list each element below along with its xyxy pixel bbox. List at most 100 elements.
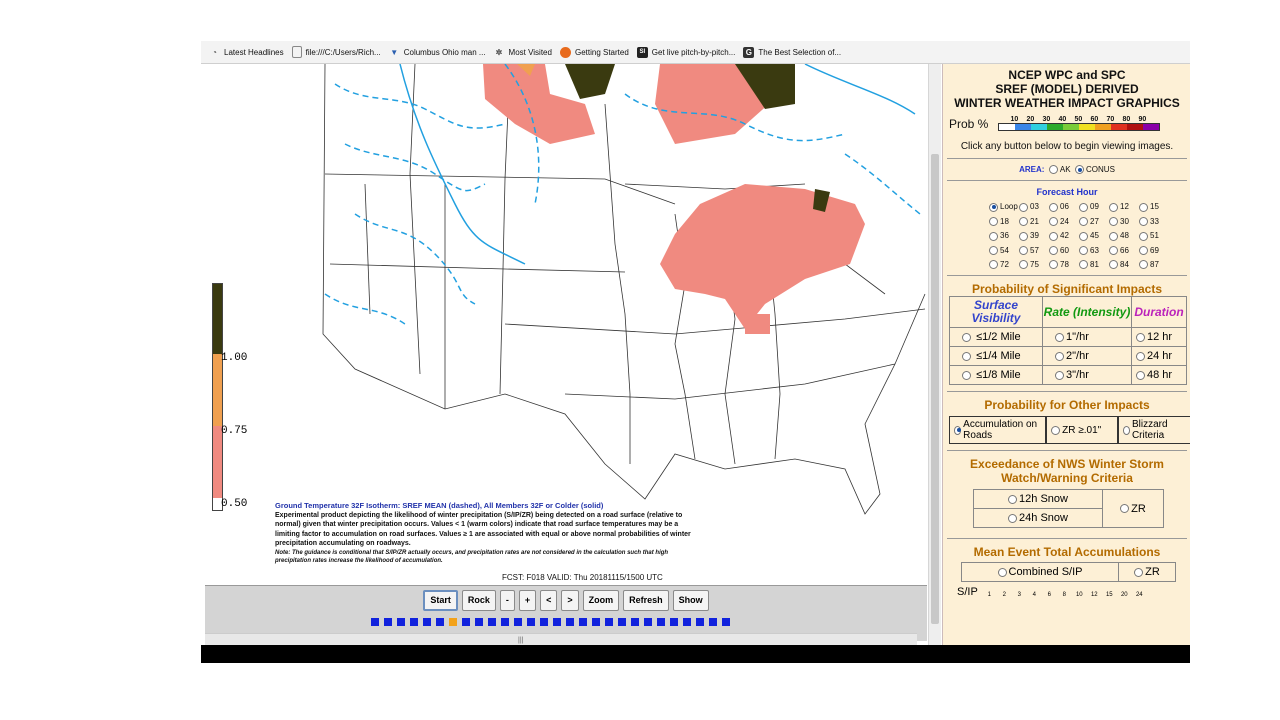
- radio[interactable]: [1139, 217, 1148, 227]
- duration-48hr-option[interactable]: 48 hr: [1131, 365, 1187, 386]
- radio[interactable]: [1019, 260, 1028, 270]
- forecast-hour-option[interactable]: 15: [1139, 202, 1169, 212]
- radio[interactable]: [1139, 202, 1148, 212]
- frame-indicator[interactable]: [540, 618, 548, 626]
- vis-half-mile-option[interactable]: ≤1/2 Mile: [949, 327, 1043, 348]
- frame-indicator[interactable]: [371, 618, 379, 626]
- next-frame-button[interactable]: >: [561, 590, 579, 611]
- frame-indicator[interactable]: [722, 618, 730, 626]
- frame-indicator[interactable]: [384, 618, 392, 626]
- accumulation-roads-option[interactable]: Accumulation on Roads: [949, 416, 1047, 445]
- frame-indicator[interactable]: [397, 618, 405, 626]
- rock-button[interactable]: Rock: [461, 590, 496, 611]
- duration-24hr-option[interactable]: 24 hr: [1131, 346, 1187, 367]
- frame-indicator[interactable]: [683, 618, 691, 626]
- forecast-hour-option[interactable]: 48: [1109, 231, 1139, 241]
- forecast-hour-option[interactable]: 60: [1049, 246, 1079, 255]
- prev-frame-button[interactable]: <: [540, 590, 558, 611]
- radio[interactable]: [1019, 202, 1028, 212]
- forecast-hour-option[interactable]: 66: [1109, 246, 1139, 255]
- radio[interactable]: [1109, 231, 1118, 241]
- zr-option[interactable]: ZR ≥.01": [1046, 416, 1118, 445]
- radio[interactable]: [1055, 351, 1064, 361]
- rate-1in-option[interactable]: 1"/hr: [1042, 327, 1132, 348]
- radio[interactable]: [989, 245, 998, 255]
- forecast-hour-option[interactable]: 51: [1139, 231, 1169, 241]
- forecast-hour-option[interactable]: 24: [1049, 217, 1079, 227]
- radio[interactable]: [1136, 332, 1145, 342]
- frame-indicator[interactable]: [618, 618, 626, 626]
- radio[interactable]: [962, 351, 971, 361]
- vis-quarter-mile-option[interactable]: ≤1/4 Mile: [949, 346, 1043, 367]
- start-button[interactable]: Start: [423, 590, 458, 611]
- frame-indicator[interactable]: [501, 618, 509, 626]
- zr-exceedance-option[interactable]: ZR: [1102, 489, 1164, 529]
- forecast-hour-option[interactable]: 69: [1139, 246, 1169, 255]
- forecast-hour-option[interactable]: 18: [989, 217, 1019, 227]
- bookmark-best-selection[interactable]: G The Best Selection of...: [743, 46, 841, 58]
- forecast-hour-option[interactable]: 84: [1109, 260, 1139, 270]
- area-conus-radio[interactable]: [1075, 165, 1085, 175]
- zoom-button[interactable]: Zoom: [582, 590, 620, 611]
- frame-indicator[interactable]: [670, 618, 678, 626]
- bookmark-getting-started[interactable]: Getting Started: [559, 46, 629, 58]
- forecast-hour-option[interactable]: 57: [1019, 246, 1049, 255]
- radio[interactable]: [1120, 504, 1130, 514]
- faster-button[interactable]: +: [518, 590, 537, 611]
- radio[interactable]: [989, 217, 998, 227]
- radio[interactable]: [1079, 217, 1088, 227]
- radio[interactable]: [1109, 245, 1118, 255]
- zr-mean-option[interactable]: ZR: [1118, 562, 1176, 583]
- forecast-hour-option[interactable]: 81: [1079, 260, 1109, 270]
- forecast-hour-option[interactable]: 54: [989, 246, 1019, 255]
- radio[interactable]: [1051, 425, 1061, 435]
- frame-indicator[interactable]: [553, 618, 561, 626]
- slower-button[interactable]: -: [499, 590, 515, 611]
- vis-eighth-mile-option[interactable]: ≤1/8 Mile: [949, 365, 1043, 386]
- frame-indicator[interactable]: [657, 618, 665, 626]
- frame-indicator[interactable]: [475, 618, 483, 626]
- frame-indicator[interactable]: [696, 618, 704, 626]
- forecast-hour-option[interactable]: 36: [989, 231, 1019, 241]
- bookmark-columbus[interactable]: ▼ Columbus Ohio man ...: [389, 47, 485, 58]
- forecast-hour-option[interactable]: 45: [1079, 231, 1109, 241]
- frame-indicator[interactable]: [488, 618, 496, 626]
- radio[interactable]: [1019, 217, 1028, 227]
- radio[interactable]: [1136, 351, 1145, 361]
- radio[interactable]: [1139, 260, 1148, 270]
- frame-indicator[interactable]: [527, 618, 535, 626]
- frame-indicator[interactable]: [579, 618, 587, 626]
- frame-indicator[interactable]: [410, 618, 418, 626]
- frame-indicator[interactable]: [709, 618, 717, 626]
- vertical-scrollbar[interactable]: [928, 64, 941, 645]
- forecast-hour-option[interactable]: 75: [1019, 260, 1049, 270]
- frame-indicator[interactable]: [631, 618, 639, 626]
- radio[interactable]: [989, 202, 998, 212]
- duration-12hr-option[interactable]: 12 hr: [1131, 327, 1187, 348]
- forecast-hour-option[interactable]: 87: [1139, 260, 1169, 270]
- radio[interactable]: [1049, 217, 1058, 227]
- radio[interactable]: [1134, 567, 1144, 577]
- rate-2in-option[interactable]: 2"/hr: [1042, 346, 1132, 367]
- radio[interactable]: [954, 425, 962, 435]
- show-button[interactable]: Show: [672, 590, 709, 611]
- radio[interactable]: [1019, 231, 1028, 241]
- radio[interactable]: [1139, 231, 1148, 241]
- radio[interactable]: [962, 332, 971, 342]
- radio[interactable]: [1049, 260, 1058, 270]
- forecast-hour-option[interactable]: 03: [1019, 202, 1049, 212]
- scroll-thumb[interactable]: [931, 154, 939, 624]
- radio[interactable]: [1055, 332, 1064, 342]
- bookmark-most-visited[interactable]: ✲ Most Visited: [494, 47, 552, 58]
- radio[interactable]: [1136, 370, 1145, 380]
- forecast-hour-option[interactable]: 33: [1139, 217, 1169, 227]
- blizzard-option[interactable]: Blizzard Criteria: [1117, 416, 1190, 445]
- refresh-button[interactable]: Refresh: [623, 590, 669, 611]
- forecast-hour-option[interactable]: 42: [1049, 231, 1079, 241]
- radio[interactable]: [1055, 370, 1064, 380]
- frame-indicator[interactable]: [592, 618, 600, 626]
- forecast-hour-option[interactable]: 72: [989, 260, 1019, 270]
- radio[interactable]: [1049, 231, 1058, 241]
- forecast-hour-option[interactable]: 39: [1019, 231, 1049, 241]
- frame-indicator[interactable]: [449, 618, 457, 626]
